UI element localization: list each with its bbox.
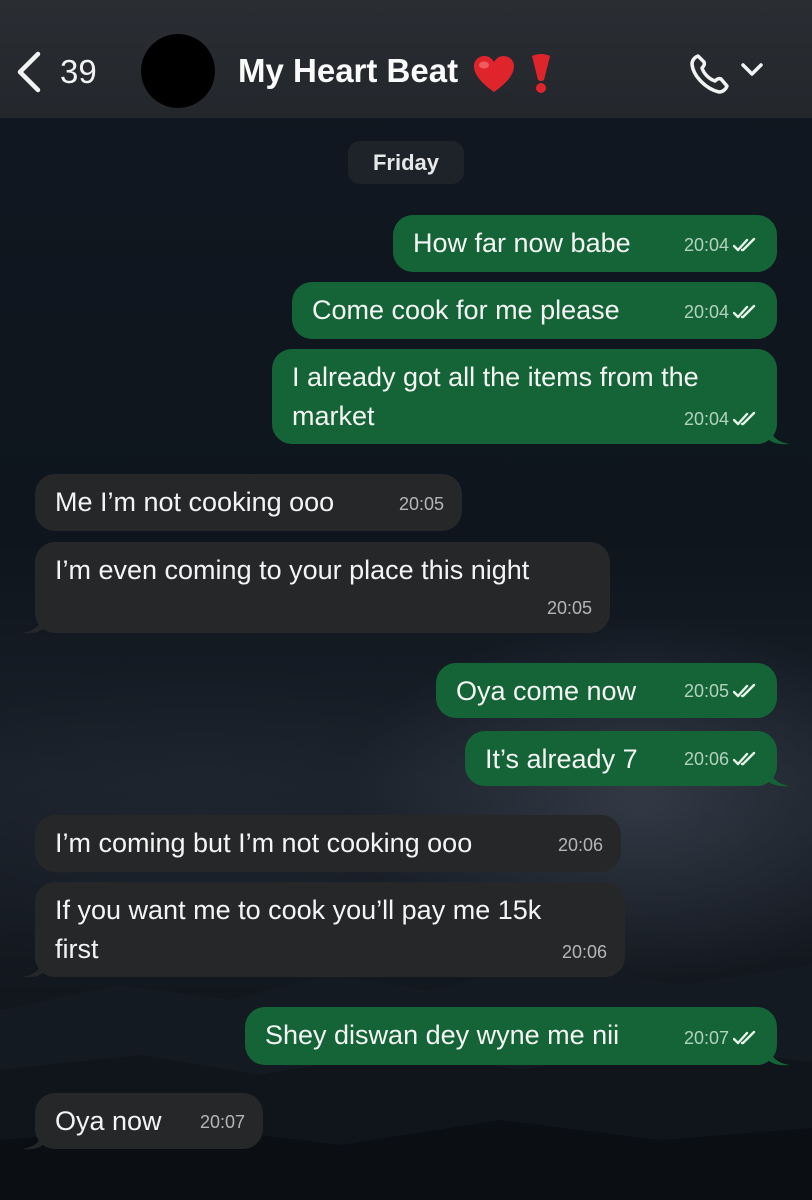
date-divider: Friday <box>348 141 464 184</box>
message-meta: 20:06 <box>684 740 757 778</box>
message-meta: 20:05 <box>547 589 592 627</box>
message-text: I’m even coming to your place this night <box>55 555 530 585</box>
message-timestamp: 20:05 <box>398 494 444 514</box>
message-meta: 20:06 <box>562 933 607 971</box>
incoming-message-bubble[interactable]: If you want me to cook you’ll pay me 15k… <box>22 882 625 978</box>
outgoing-message-bubble[interactable]: It’s already 7 20:06 <box>465 731 790 787</box>
incoming-message-bubble[interactable]: Me I’m not cooking ooo 20:05 <box>35 474 462 531</box>
message-meta: 20:07 <box>200 1103 245 1141</box>
message-meta: 20:06 <box>558 826 603 864</box>
chat-header: 39 My Heart Beat <box>0 0 812 118</box>
outgoing-message-bubble[interactable]: I already got all the items from the mark… <box>272 349 790 445</box>
message-timestamp: 20:04 <box>683 302 729 322</box>
message-text: It’s already 7 <box>485 744 638 774</box>
double-check-icon <box>733 411 756 426</box>
double-check-icon <box>733 683 756 698</box>
double-check-icon <box>733 237 756 252</box>
incoming-message-bubble[interactable]: Oya now 20:07 <box>22 1093 263 1150</box>
double-check-icon <box>733 1030 756 1045</box>
message-timestamp: 20:07 <box>199 1112 245 1132</box>
message-text: If you want me to cook you’ll pay me 15k <box>55 895 542 925</box>
red-exclamation-icon <box>532 54 550 93</box>
bubble-tail <box>22 956 44 978</box>
back-button[interactable]: 39 <box>14 50 97 94</box>
bubble-tail <box>768 1044 790 1066</box>
outgoing-message-bubble[interactable]: Shey diswan dey wyne me nii 20:07 <box>245 1007 790 1066</box>
message-text: Oya now <box>55 1106 162 1136</box>
message-text: market <box>292 401 375 431</box>
outgoing-message-bubble[interactable]: How far now babe 20:04 <box>393 215 777 272</box>
contact-name[interactable]: My Heart Beat <box>238 52 458 90</box>
bubble-tail <box>768 765 790 787</box>
incoming-message-bubble[interactable]: I’m coming but I’m not cooking ooo 20:06 <box>35 815 621 872</box>
bubble-tail <box>768 423 790 445</box>
outgoing-message-bubble[interactable]: Come cook for me please 20:04 <box>292 282 777 339</box>
double-check-icon <box>733 751 756 766</box>
message-meta: 20:04 <box>684 400 757 438</box>
message-text: I already got all the items from the <box>292 362 699 392</box>
message-text: Shey diswan dey wyne me nii <box>265 1020 620 1050</box>
avatar[interactable] <box>141 34 215 108</box>
message-meta: 20:05 <box>684 672 757 710</box>
message-text: first <box>55 934 99 964</box>
bubble-tail <box>22 1128 44 1150</box>
message-text: Oya come now <box>456 676 637 706</box>
incoming-message-bubble[interactable]: I’m even coming to your place this night… <box>22 542 610 634</box>
outgoing-message-bubble[interactable]: Oya come now 20:05 <box>436 663 777 718</box>
chevron-down-icon[interactable] <box>740 62 764 78</box>
unread-count: 39 <box>60 53 97 90</box>
message-meta: 20:04 <box>684 226 757 264</box>
message-timestamp: 20:06 <box>683 749 729 769</box>
message-text: Me I’m not cooking ooo <box>55 487 335 517</box>
message-text: I’m coming but I’m not cooking ooo <box>55 828 473 858</box>
message-timestamp: 20:04 <box>683 235 729 255</box>
message-timestamp: 20:05 <box>683 681 729 701</box>
message-meta: 20:04 <box>684 293 757 331</box>
phone-icon[interactable] <box>688 52 736 96</box>
red-heart-icon <box>474 56 514 92</box>
double-check-icon <box>733 304 756 319</box>
message-timestamp: 20:07 <box>683 1028 729 1048</box>
bubble-tail <box>22 612 44 634</box>
message-timestamp: 20:04 <box>683 409 729 429</box>
message-text: How far now babe <box>413 228 631 258</box>
message-timestamp: 20:06 <box>557 835 603 855</box>
message-text: Come cook for me please <box>312 295 620 325</box>
message-meta: 20:07 <box>684 1019 757 1057</box>
message-timestamp: 20:06 <box>561 942 607 962</box>
chevron-left-icon <box>17 51 41 93</box>
message-timestamp: 20:05 <box>546 598 592 618</box>
message-meta: 20:05 <box>399 485 444 523</box>
